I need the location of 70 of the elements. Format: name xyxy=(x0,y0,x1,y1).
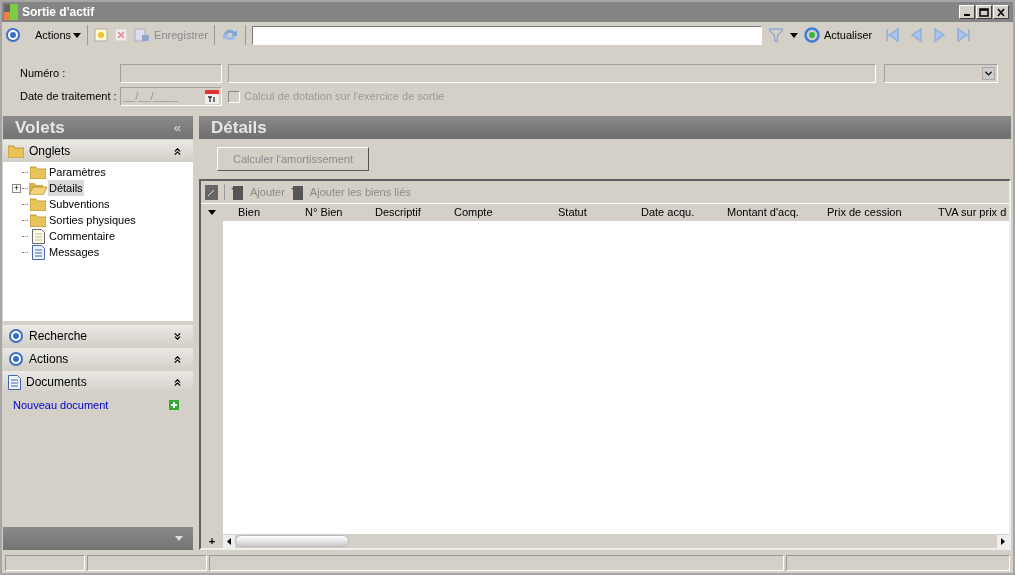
add-row-button[interactable]: + xyxy=(208,535,216,547)
sidebar-title: Volets xyxy=(15,116,65,139)
folder-icon xyxy=(29,181,47,195)
minimize-icon xyxy=(964,14,970,16)
field-label: Date de traitement : xyxy=(20,89,118,105)
maximize-button[interactable] xyxy=(976,5,992,19)
section-header[interactable]: Onglets xyxy=(3,140,193,162)
field-label: Numéro : xyxy=(20,66,67,82)
page-icon xyxy=(231,184,245,200)
delete-icon[interactable] xyxy=(114,28,129,42)
maximize-icon xyxy=(979,7,989,17)
app-icon xyxy=(4,4,20,20)
column-header[interactable]: Compte xyxy=(439,204,543,221)
section-header[interactable]: Actions xyxy=(3,348,193,370)
tree-item[interactable]: Subventions xyxy=(48,195,111,213)
actions-menu[interactable]: Actions xyxy=(35,26,82,44)
scroll-right-icon[interactable] xyxy=(997,534,1009,548)
section-header[interactable]: Recherche xyxy=(3,325,193,347)
page-icon xyxy=(290,184,305,200)
add-icon[interactable] xyxy=(169,400,179,411)
tree-item[interactable]: Paramètres xyxy=(48,163,107,181)
save-icon xyxy=(134,28,151,42)
refresh-icon xyxy=(803,27,820,43)
description-field[interactable] xyxy=(228,64,876,83)
column-header[interactable]: Bien xyxy=(223,204,290,221)
dropdown-icon xyxy=(982,67,995,80)
minimize-button[interactable] xyxy=(959,5,975,19)
calendar-icon[interactable] xyxy=(205,89,219,104)
column-header[interactable]: N° Bien xyxy=(290,204,360,221)
scroll-left-icon[interactable] xyxy=(223,534,235,548)
document-icon xyxy=(31,244,45,260)
collapse-icon[interactable] xyxy=(172,376,183,388)
caret-icon xyxy=(73,32,82,38)
close-button[interactable] xyxy=(993,5,1009,19)
expand-icon[interactable] xyxy=(172,330,183,342)
tree-item[interactable]: Détails xyxy=(48,179,84,197)
tree-expander[interactable]: + xyxy=(12,183,21,193)
column-header[interactable]: TVA sur prix d xyxy=(923,204,1007,221)
tree-item[interactable]: Commentaire xyxy=(48,227,117,245)
target-icon xyxy=(8,351,24,367)
note-icon xyxy=(31,228,45,244)
target-icon xyxy=(8,328,24,344)
window-title: Sortie d'actif xyxy=(22,4,95,21)
caret-icon[interactable] xyxy=(208,210,216,215)
collapse-icon[interactable] xyxy=(172,145,183,157)
folder-icon xyxy=(30,197,46,211)
column-header[interactable]: Descriptif xyxy=(360,204,439,221)
column-header[interactable]: Montant d'acq. xyxy=(712,204,812,221)
caret-icon[interactable] xyxy=(789,32,798,38)
scroll-thumb[interactable] xyxy=(235,535,350,547)
column-header[interactable]: Statut xyxy=(543,204,626,221)
column-header[interactable]: Date acqu. xyxy=(626,204,712,221)
folder-icon xyxy=(30,213,46,227)
close-icon xyxy=(996,7,1006,17)
tree-item[interactable]: Messages xyxy=(48,243,101,261)
document-icon xyxy=(8,374,21,390)
new-document-link[interactable]: Nouveau document xyxy=(13,397,109,414)
refresh-button[interactable]: Actualiser xyxy=(803,26,873,44)
tree-item[interactable]: Sorties physiques xyxy=(48,211,137,229)
column-header[interactable]: Prix de cession xyxy=(812,204,923,221)
section-header[interactable]: Documents xyxy=(3,371,193,393)
grid-options-icon[interactable] xyxy=(205,184,218,200)
number-field[interactable] xyxy=(120,64,222,83)
search-field[interactable] xyxy=(251,25,762,45)
app-menu-icon xyxy=(5,27,21,43)
dropdown-field[interactable] xyxy=(884,64,998,83)
details-title: Détails xyxy=(211,116,267,139)
folder-icon xyxy=(30,165,46,179)
collapse-icon[interactable] xyxy=(172,353,183,365)
folder-icon xyxy=(8,144,24,158)
